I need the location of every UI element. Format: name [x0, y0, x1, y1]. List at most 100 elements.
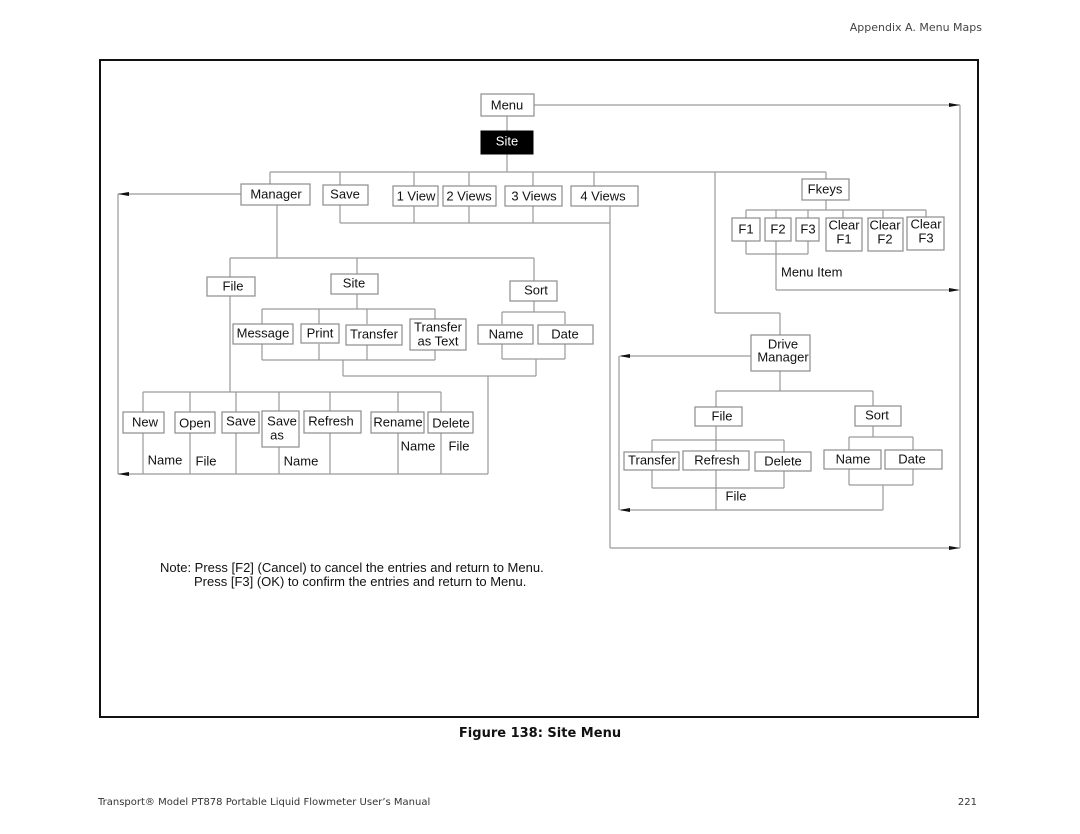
arrow-bottom-return: [949, 546, 960, 550]
node-sort-name-label: Name: [489, 326, 524, 341]
node-2-views[interactable]: 2 Views: [442, 185, 497, 207]
note-line-1: Note: Press [F2] (Cancel) to cancel the …: [160, 560, 544, 575]
node-drive-refresh-label: Refresh: [694, 452, 740, 467]
node-rename-label: Rename: [373, 414, 422, 429]
node-manager-label: Manager: [250, 186, 302, 201]
node-sort-name[interactable]: Name: [477, 324, 534, 345]
node-clear-f1-line2: F1: [836, 231, 851, 246]
node-manager-site-label: Site: [343, 275, 365, 290]
node-drive-sort-date[interactable]: Date: [884, 449, 943, 470]
node-4-views-label: 4 Views: [580, 188, 626, 203]
arrow-to-manager: [118, 192, 129, 196]
node-save-as-line2: as: [270, 427, 284, 442]
footer-manual-title: Transport® Model PT878 Portable Liquid F…: [98, 797, 431, 808]
node-transfer-label: Transfer: [350, 326, 399, 341]
node-drive-file[interactable]: File: [694, 406, 743, 427]
node-new[interactable]: New: [122, 411, 165, 434]
node-menu[interactable]: Menu: [480, 93, 535, 117]
node-site[interactable]: Site: [480, 130, 534, 155]
node-transfer-as-text-line2: as Text: [418, 333, 459, 348]
node-4-views[interactable]: 4 Views: [570, 185, 639, 207]
node-3-views-label: 3 Views: [511, 188, 557, 203]
param-delete-file: File: [449, 438, 470, 453]
node-new-label: New: [132, 414, 159, 429]
node-3-views[interactable]: 3 Views: [504, 185, 563, 207]
node-drive-sort-date-label: Date: [898, 451, 925, 466]
node-manager-sort-label: Sort: [524, 282, 548, 297]
node-2-views-label: 2 Views: [446, 188, 492, 203]
node-f2[interactable]: F2: [764, 217, 792, 242]
node-transfer-as-text-line1: Transfer: [414, 319, 463, 334]
node-drive-sort-name[interactable]: Name: [823, 449, 882, 470]
footer-page-number: 221: [957, 797, 977, 808]
node-open-label: Open: [179, 415, 211, 430]
node-clear-f3-line1: Clear: [910, 216, 942, 231]
node-drive-delete[interactable]: Delete: [754, 451, 812, 472]
node-delete[interactable]: Delete: [427, 411, 474, 434]
node-f3[interactable]: F3: [795, 217, 820, 242]
node-f2-label: F2: [770, 221, 785, 236]
node-delete-label: Delete: [432, 415, 470, 430]
node-rename[interactable]: Rename: [370, 411, 425, 434]
node-clear-f2[interactable]: Clear F2: [867, 217, 904, 252]
arrow-drive-loop: [619, 508, 630, 512]
arrow-to-drive-manager: [619, 354, 630, 358]
node-message-label: Message: [237, 325, 290, 340]
note-line-2: Press [F3] (OK) to confirm the entries a…: [194, 574, 526, 589]
node-manager-sort[interactable]: Sort: [509, 280, 558, 302]
node-clear-f2-line2: F2: [877, 231, 892, 246]
arrow-menu-item: [949, 288, 960, 292]
param-drive-file: File: [726, 488, 747, 503]
node-f3-label: F3: [800, 221, 815, 236]
node-manager[interactable]: Manager: [240, 183, 311, 206]
node-clear-f3-line2: F3: [918, 230, 933, 245]
param-new-name: Name: [148, 452, 183, 467]
node-save-label: Save: [330, 186, 360, 201]
node-drive-transfer[interactable]: Transfer: [623, 451, 680, 471]
node-drive-refresh[interactable]: Refresh: [682, 450, 750, 471]
node-transfer-as-text[interactable]: Transfer as Text: [409, 318, 467, 351]
node-fkeys-label: Fkeys: [808, 181, 843, 196]
site-menu-map: Menu Site Manager Save 1 View 2 Views 3 …: [117, 93, 961, 589]
node-f1[interactable]: F1: [731, 217, 761, 242]
node-clear-f3[interactable]: Clear F3: [906, 216, 945, 251]
node-manager-site[interactable]: Site: [330, 273, 379, 295]
node-drive-transfer-label: Transfer: [628, 452, 677, 467]
node-manager-file[interactable]: File: [206, 276, 256, 297]
node-sort-date[interactable]: Date: [537, 324, 594, 345]
node-clear-f2-line1: Clear: [869, 217, 901, 232]
node-transfer[interactable]: Transfer: [345, 324, 403, 346]
param-saveas-name: Name: [284, 453, 319, 468]
node-drive-sort-name-label: Name: [836, 451, 871, 466]
node-print-label: Print: [307, 325, 334, 340]
node-drive-file-label: File: [712, 408, 733, 423]
node-save-as-line1: Save: [267, 413, 297, 428]
node-drive-sort[interactable]: Sort: [854, 405, 902, 427]
node-fkeys[interactable]: Fkeys: [801, 178, 850, 201]
arrow-to-menu-return: [949, 103, 960, 107]
node-drive-manager-line2: Manager: [757, 349, 809, 364]
param-open-file: File: [196, 453, 217, 468]
node-drive-manager[interactable]: Drive Manager: [750, 334, 811, 372]
node-refresh-label: Refresh: [308, 413, 354, 428]
node-clear-f1[interactable]: Clear F1: [825, 217, 863, 252]
node-drive-delete-label: Delete: [764, 453, 802, 468]
node-1-view-label: 1 View: [397, 188, 436, 203]
node-drive-sort-label: Sort: [865, 407, 889, 422]
param-rename-name: Name: [401, 438, 436, 453]
figure-caption: Figure 138: Site Menu: [458, 726, 622, 741]
node-save[interactable]: Save: [322, 184, 369, 206]
node-print[interactable]: Print: [300, 323, 340, 344]
node-1-view[interactable]: 1 View: [392, 185, 439, 207]
node-save-as[interactable]: Save as: [261, 410, 300, 448]
node-message[interactable]: Message: [232, 323, 294, 345]
node-sort-date-label: Date: [551, 326, 578, 341]
node-clear-f1-line1: Clear: [828, 217, 860, 232]
node-file-save[interactable]: Save: [221, 411, 260, 434]
node-open[interactable]: Open: [174, 411, 216, 434]
node-f1-label: F1: [738, 221, 753, 236]
node-refresh[interactable]: Refresh: [303, 410, 362, 434]
arrow-file-loop: [118, 472, 129, 476]
node-manager-file-label: File: [223, 278, 244, 293]
node-menu-label: Menu: [491, 97, 524, 112]
